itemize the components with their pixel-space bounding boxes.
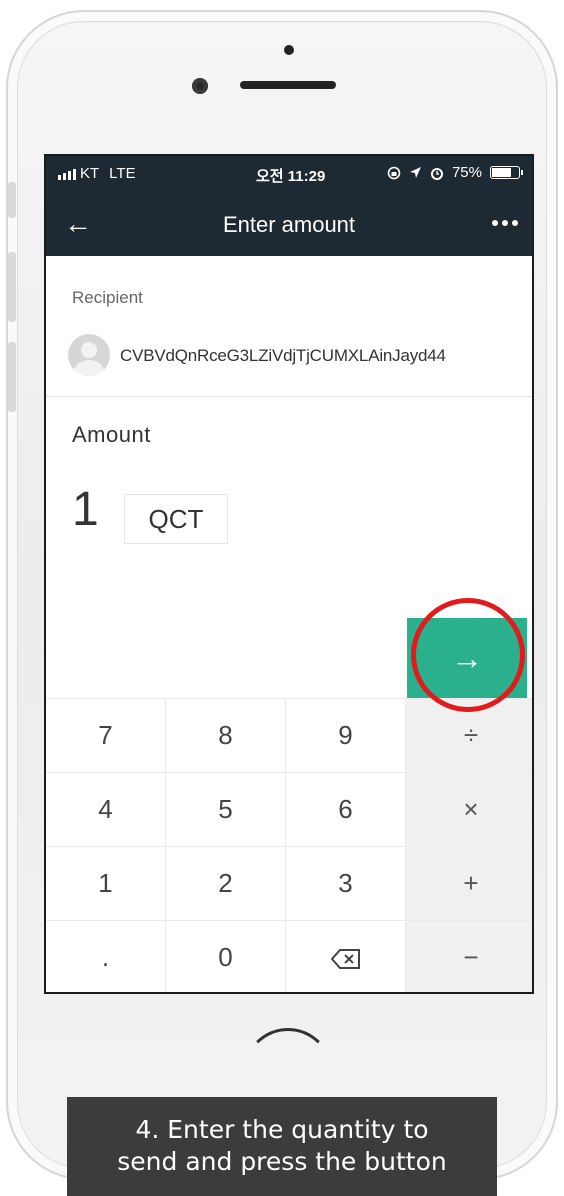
- alarm-icon: [430, 167, 443, 180]
- key-label: 0: [218, 942, 233, 972]
- amount-label: Amount: [72, 422, 151, 447]
- key-label: −: [463, 942, 479, 972]
- backspace-key[interactable]: [286, 920, 406, 992]
- rotation-lock-icon: [387, 166, 401, 179]
- amount-value[interactable]: 1: [72, 482, 99, 538]
- key-label: 4: [98, 794, 113, 824]
- plus-key[interactable]: +: [406, 846, 532, 920]
- digit-4-key[interactable]: 4: [46, 772, 166, 846]
- key-label: .: [101, 942, 110, 972]
- digit-9-key[interactable]: 9: [286, 698, 406, 772]
- multiply-key[interactable]: ×: [406, 772, 532, 846]
- front-camera: [192, 78, 208, 94]
- status-bar: KT LTE 오전 11:29 75%: [46, 156, 532, 192]
- page-title: Enter amount: [222, 212, 356, 237]
- location-icon: [409, 167, 421, 178]
- digit-0-key[interactable]: 0: [166, 920, 286, 992]
- status-right: 75%: [387, 164, 523, 181]
- avatar: [68, 334, 110, 376]
- digit-5-key[interactable]: 5: [166, 772, 286, 846]
- volume-down-button: [8, 342, 16, 412]
- key-label: +: [463, 868, 479, 898]
- network-label: LTE: [109, 165, 136, 182]
- recipient-label: Recipient: [72, 288, 143, 307]
- key-label: 5: [218, 794, 233, 824]
- currency-selector[interactable]: QCT: [124, 494, 228, 544]
- battery-percent: 75%: [451, 164, 482, 181]
- digit-7-key[interactable]: 7: [46, 698, 166, 772]
- instruction-caption: 4. Enter the quantity to send and press …: [67, 1097, 497, 1196]
- recipient-address: CVBVdQnRceG3LZiVdjTjCUMXLAinJayd44: [120, 346, 446, 365]
- key-label: 3: [338, 868, 353, 898]
- digit-3-key[interactable]: 3: [286, 846, 406, 920]
- key-label: ×: [463, 794, 479, 824]
- key-label: 9: [338, 720, 353, 750]
- digit-6-key[interactable]: 6: [286, 772, 406, 846]
- signal-icon: [58, 168, 76, 180]
- digit-2-key[interactable]: 2: [166, 846, 286, 920]
- app-bar: ← Enter amount: [46, 192, 532, 256]
- digit-8-key[interactable]: 8: [166, 698, 286, 772]
- proximity-sensor: [284, 45, 294, 55]
- phone-screen: KT LTE 오전 11:29 75% ← Enter amount Recip…: [44, 154, 534, 994]
- decimal-key[interactable]: .: [46, 920, 166, 992]
- key-label: 6: [338, 794, 353, 824]
- status-time: 오전 11:29: [256, 168, 326, 185]
- volume-up-button: [8, 252, 16, 322]
- highlight-circle: [411, 598, 525, 712]
- divider: [46, 396, 532, 397]
- numeric-keypad: 7 8 9 ÷ 4 5 6 × 1 2 3 +. 0 −: [46, 698, 532, 992]
- battery-icon: [490, 166, 523, 179]
- earpiece-speaker: [240, 81, 336, 89]
- digit-1-key[interactable]: 1: [46, 846, 166, 920]
- minus-key[interactable]: −: [406, 920, 532, 992]
- more-options-button[interactable]: [492, 220, 518, 226]
- caption-line-2: send and press the button: [117, 1147, 447, 1176]
- caption-line-1: 4. Enter the quantity to: [135, 1115, 429, 1144]
- key-label: ÷: [463, 720, 479, 750]
- key-label: 8: [218, 720, 233, 750]
- battery-fill: [492, 168, 511, 177]
- key-label: 2: [218, 868, 233, 898]
- status-left: KT LTE: [58, 165, 136, 182]
- key-label: 1: [98, 868, 113, 898]
- backspace-icon: [330, 942, 361, 972]
- mute-switch: [8, 182, 16, 218]
- carrier-label: KT: [80, 165, 100, 182]
- key-label: 7: [98, 720, 113, 750]
- more-dots-icon: [492, 220, 518, 226]
